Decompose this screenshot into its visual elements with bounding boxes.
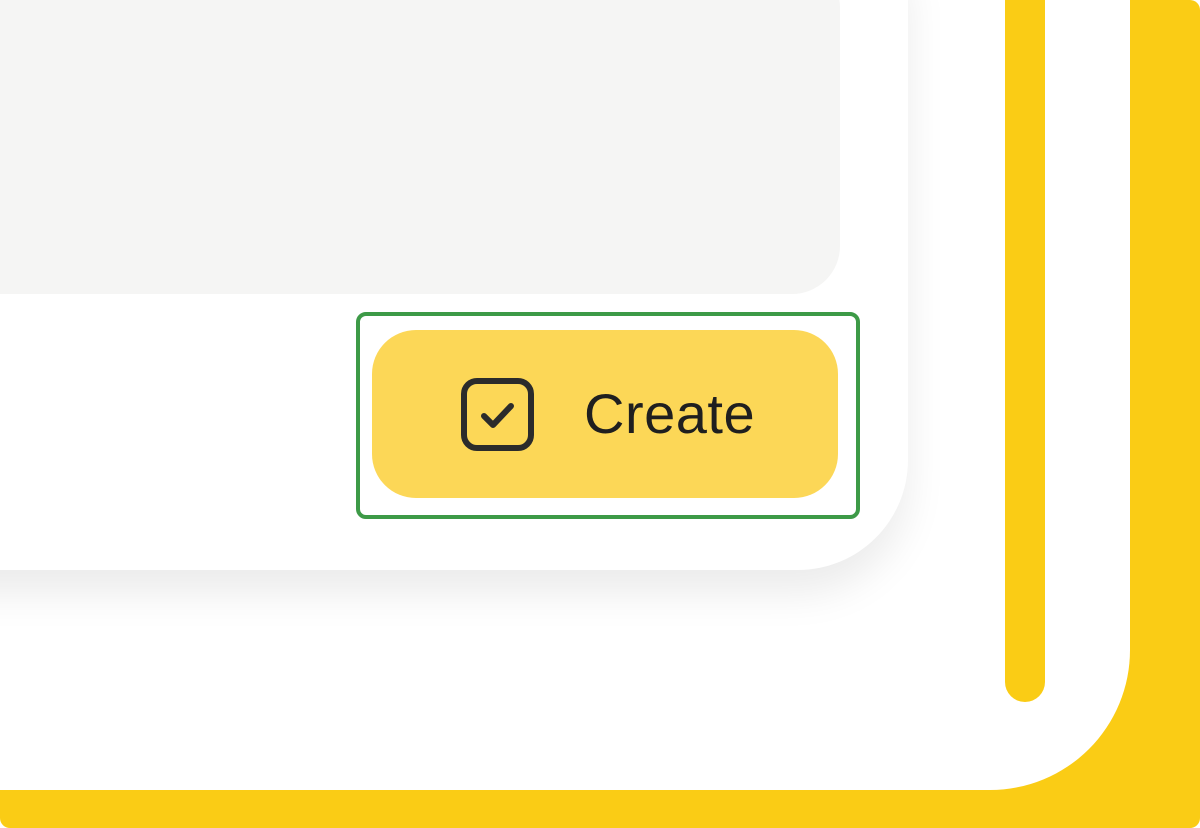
- create-button[interactable]: Create: [372, 330, 838, 498]
- scrollbar[interactable]: [1005, 0, 1045, 702]
- create-button-label: Create: [584, 382, 756, 445]
- screen: Create: [0, 0, 1200, 828]
- checkbox-check-icon: [461, 378, 534, 451]
- description-input[interactable]: [0, 0, 840, 294]
